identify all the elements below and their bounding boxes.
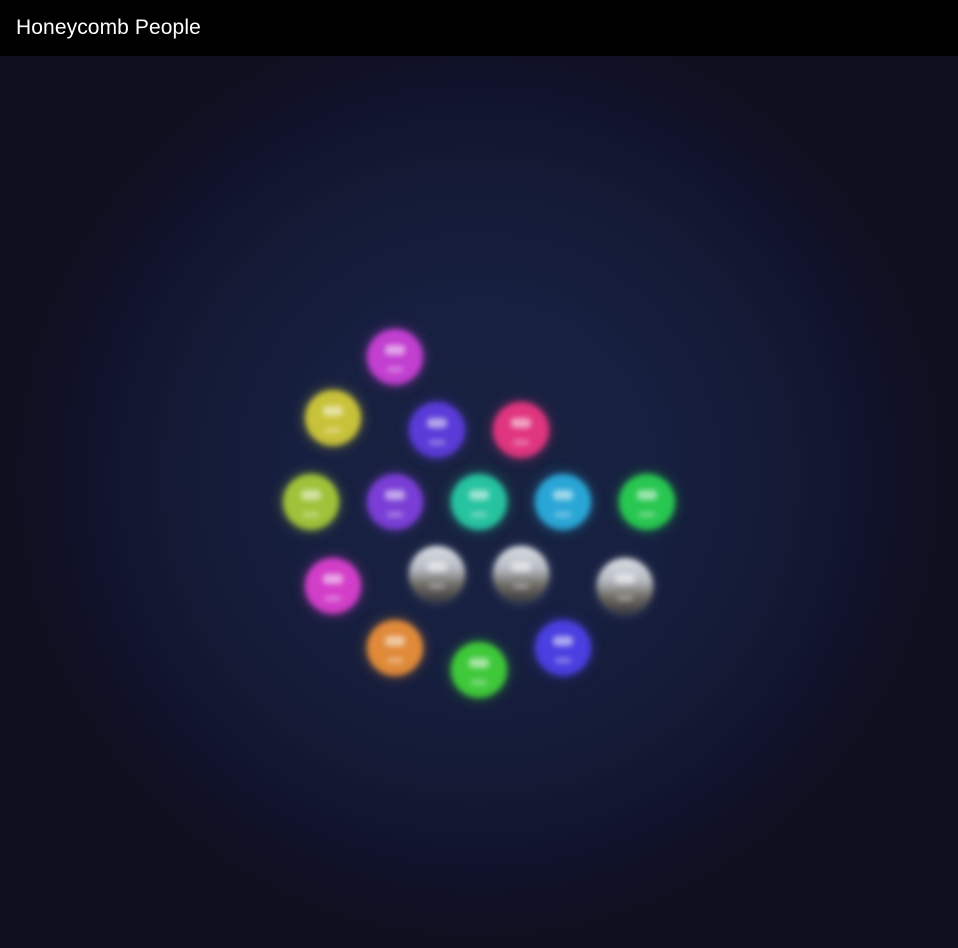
person-bubble[interactable] — [451, 642, 507, 698]
person-bubble[interactable] — [305, 390, 361, 446]
person-bubble[interactable] — [367, 474, 423, 530]
person-bubble[interactable] — [409, 402, 465, 458]
person-bubble[interactable] — [367, 620, 423, 676]
person-bubble[interactable] — [535, 620, 591, 676]
person-bubble[interactable] — [451, 474, 507, 530]
person-bubble[interactable] — [619, 474, 675, 530]
person-bubble[interactable] — [493, 402, 549, 458]
app-title: Honeycomb People — [16, 16, 201, 39]
app-window: Honeycomb People — [0, 0, 958, 948]
person-bubble[interactable] — [597, 558, 653, 614]
title-bar: Honeycomb People — [0, 0, 958, 56]
person-bubble[interactable] — [409, 546, 465, 602]
person-bubble[interactable] — [535, 474, 591, 530]
honeycomb-canvas[interactable] — [0, 56, 958, 948]
person-bubble[interactable] — [305, 558, 361, 614]
person-bubble[interactable] — [493, 546, 549, 602]
person-bubble[interactable] — [367, 329, 423, 385]
person-bubble[interactable] — [283, 474, 339, 530]
